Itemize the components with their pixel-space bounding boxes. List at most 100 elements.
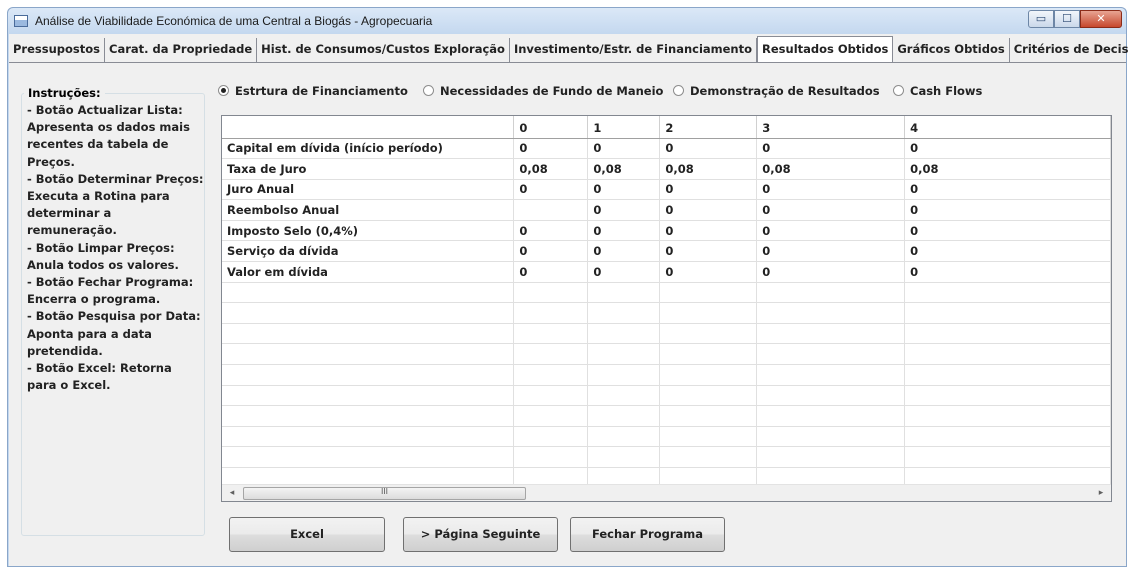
table-cell[interactable]: 0 — [904, 199, 1111, 221]
table-cell[interactable] — [904, 302, 1111, 324]
radio-dot[interactable] — [218, 85, 229, 96]
table-cell[interactable] — [587, 343, 661, 366]
table-cell[interactable] — [659, 385, 758, 407]
column-header[interactable]: 4 — [904, 116, 1111, 139]
table-row[interactable]: Valor em dívida 0 0 0 0 0 — [222, 261, 1111, 283]
table-cell[interactable]: 0 — [587, 240, 661, 263]
table-cell[interactable]: 0 — [587, 261, 661, 283]
table-cell[interactable] — [222, 323, 515, 345]
tab-crit-rios-de-decis-o[interactable]: Critérios de Decisão — [1010, 38, 1128, 62]
table-cell[interactable] — [513, 302, 589, 324]
table-cell[interactable]: 0 — [659, 138, 758, 160]
table-cell[interactable]: 0 — [659, 220, 758, 242]
table-cell[interactable] — [513, 364, 589, 386]
table-cell[interactable] — [659, 446, 758, 468]
table-cell[interactable] — [756, 302, 906, 324]
tab-investimento-estr-de-financiamento[interactable]: Investimento/Estr. de Financiamento — [510, 38, 758, 62]
tab-resultados-obtidos[interactable]: Resultados Obtidos — [757, 36, 894, 62]
table-cell[interactable] — [222, 405, 515, 427]
radio-dot[interactable] — [893, 85, 904, 96]
next-page-button[interactable]: > Página Seguinte — [403, 517, 558, 552]
table-cell[interactable] — [756, 282, 906, 304]
table-cell[interactable] — [222, 364, 515, 386]
table-cell[interactable] — [587, 405, 661, 427]
table-row-empty[interactable] — [222, 343, 1111, 366]
table-cell[interactable] — [659, 426, 758, 448]
table-cell[interactable] — [222, 467, 515, 485]
radio-dot[interactable] — [423, 85, 434, 96]
table-cell[interactable]: 0 — [904, 220, 1111, 242]
radio-fundo-maneio[interactable]: Necessidades de Fundo de Maneio — [423, 84, 663, 98]
table-cell[interactable] — [756, 467, 906, 485]
table-cell[interactable]: 0,08 — [513, 158, 589, 180]
table-row-empty[interactable] — [222, 467, 1111, 485]
column-header[interactable]: 1 — [587, 116, 661, 139]
table-cell[interactable] — [659, 364, 758, 386]
radio-cash-flows[interactable]: Cash Flows — [893, 84, 982, 98]
table-cell[interactable]: 0 — [756, 261, 906, 283]
table-cell[interactable] — [904, 385, 1111, 407]
table-cell[interactable]: 0 — [659, 199, 758, 221]
results-grid[interactable]: 0 1 2 3 4 Capital em dívida (início período) 0… — [221, 115, 1112, 502]
table-cell[interactable] — [513, 426, 589, 448]
tab-pressupostos[interactable]: Pressupostos — [9, 38, 105, 62]
table-cell[interactable] — [513, 343, 589, 366]
table-cell[interactable]: 0 — [659, 240, 758, 263]
table-row[interactable]: Capital em dívida (início período) 0 0 0 0 0 — [222, 138, 1111, 160]
table-cell[interactable]: 0 — [513, 138, 589, 160]
column-header[interactable] — [222, 116, 515, 139]
table-cell[interactable] — [659, 282, 758, 304]
table-cell[interactable] — [513, 323, 589, 345]
table-cell[interactable]: 0 — [587, 179, 661, 201]
table-cell[interactable] — [587, 364, 661, 386]
column-header[interactable]: 0 — [513, 116, 589, 139]
table-cell[interactable] — [904, 446, 1111, 468]
table-cell[interactable] — [513, 467, 589, 485]
table-row[interactable]: Taxa de Juro 0,08 0,08 0,08 0,08 0,08 — [222, 158, 1111, 180]
table-cell[interactable] — [222, 426, 515, 448]
table-row-empty[interactable] — [222, 364, 1111, 386]
table-cell[interactable] — [659, 405, 758, 427]
table-cell[interactable] — [222, 302, 515, 324]
table-cell[interactable]: 0 — [904, 138, 1111, 160]
table-cell[interactable]: 0 — [587, 199, 661, 221]
table-cell[interactable] — [513, 405, 589, 427]
table-cell[interactable] — [756, 426, 906, 448]
table-cell[interactable]: 0 — [587, 220, 661, 242]
table-cell[interactable]: 0 — [756, 138, 906, 160]
table-row-empty[interactable] — [222, 426, 1111, 448]
minimize-button[interactable]: ▭ — [1028, 10, 1054, 28]
radio-dot[interactable] — [673, 85, 684, 96]
tab-hist-de-consumos-custos-explora-o[interactable]: Hist. de Consumos/Custos Exploração — [257, 38, 510, 62]
close-program-button[interactable]: Fechar Programa — [570, 517, 725, 552]
table-cell[interactable] — [904, 405, 1111, 427]
table-cell[interactable] — [904, 426, 1111, 448]
table-cell[interactable]: 0 — [904, 240, 1111, 263]
table-cell[interactable]: 0,08 — [756, 158, 906, 180]
radio-demonstracao-resultados[interactable]: Demonstração de Resultados — [673, 84, 880, 98]
table-cell[interactable]: 0,08 — [659, 158, 758, 180]
table-cell[interactable] — [222, 343, 515, 366]
table-cell[interactable] — [587, 446, 661, 468]
scroll-right-icon[interactable]: ▸ — [1094, 487, 1108, 499]
table-cell[interactable]: 0 — [513, 179, 589, 201]
table-row-empty[interactable] — [222, 282, 1111, 304]
scroll-thumb[interactable]: III — [243, 487, 526, 500]
tab-gr-ficos-obtidos[interactable]: Gráficos Obtidos — [893, 38, 1010, 62]
table-cell[interactable] — [756, 405, 906, 427]
table-cell[interactable]: 0,08 — [904, 158, 1111, 180]
maximize-button[interactable]: ☐ — [1054, 10, 1080, 28]
table-cell[interactable] — [659, 323, 758, 345]
table-row[interactable]: Juro Anual 0 0 0 0 0 — [222, 179, 1111, 201]
table-cell[interactable]: 0 — [756, 220, 906, 242]
table-cell[interactable] — [587, 385, 661, 407]
column-header[interactable]: 2 — [659, 116, 758, 139]
table-cell[interactable]: 0 — [904, 261, 1111, 283]
table-cell[interactable] — [904, 282, 1111, 304]
column-header[interactable]: 3 — [756, 116, 906, 139]
table-cell[interactable] — [587, 323, 661, 345]
table-cell[interactable]: 0 — [659, 179, 758, 201]
table-cell[interactable] — [222, 446, 515, 468]
excel-button[interactable]: Excel — [229, 517, 385, 552]
table-row[interactable]: Imposto Selo (0,4%) 0 0 0 0 0 — [222, 220, 1111, 242]
